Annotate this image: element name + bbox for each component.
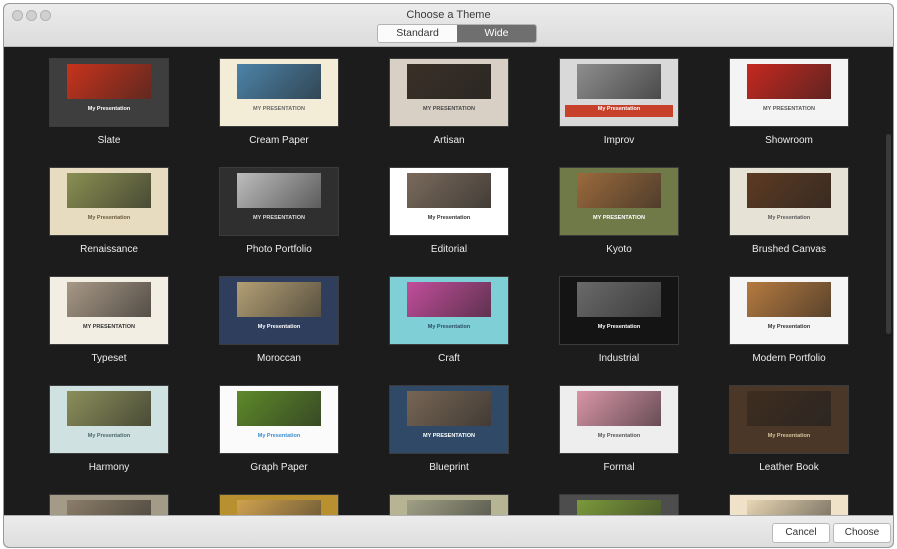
theme-thumbnail[interactable]: MY PRESENTATION xyxy=(730,59,848,126)
tab-wide[interactable]: Wide xyxy=(457,25,536,42)
theme-thumbnail[interactable]: MY PRESENTATION xyxy=(390,59,508,126)
theme-preview-image xyxy=(406,64,492,100)
theme-name-label: Typeset xyxy=(91,353,127,364)
theme-sample-title: My Presentation xyxy=(257,323,301,330)
theme-name-label: Editorial xyxy=(430,244,468,255)
theme-thumbnail[interactable]: My Presentation xyxy=(730,386,848,453)
theme-preview-image xyxy=(406,391,492,427)
theme-preview-image xyxy=(576,173,662,209)
choose-button[interactable]: Choose xyxy=(833,523,891,543)
theme-thumbnail[interactable]: My Presentation xyxy=(50,59,168,126)
theme-name-label: Artisan xyxy=(433,135,465,146)
title-bar: Choose a Theme Standard Wide xyxy=(4,4,893,47)
theme-sample-title: My Presentation xyxy=(597,432,641,439)
theme-chooser-window: Choose a Theme Standard Wide My Presenta… xyxy=(4,4,893,547)
theme-name-label: Craft xyxy=(438,353,460,364)
theme-preview-image xyxy=(746,282,832,318)
theme-thumbnail[interactable]: My Presentation xyxy=(730,168,848,235)
theme-preview-image xyxy=(66,391,152,427)
theme-preview-image xyxy=(66,64,152,100)
theme-thumbnail[interactable]: My Presentation xyxy=(220,386,338,453)
theme-name-label: Photo Portfolio xyxy=(246,244,312,255)
theme-thumbnail[interactable]: My Presentation xyxy=(220,277,338,344)
theme-preview-image xyxy=(236,64,322,100)
theme-preview-image xyxy=(236,282,322,318)
theme-sample-title: My Presentation xyxy=(87,105,131,112)
cancel-button[interactable]: Cancel xyxy=(772,523,830,543)
theme-name-label: Kyoto xyxy=(606,244,632,255)
theme-thumbnail[interactable] xyxy=(50,495,168,517)
theme-preview-image xyxy=(66,173,152,209)
theme-sample-title: My Presentation xyxy=(427,323,471,330)
theme-preview-image xyxy=(576,64,662,100)
theme-thumbnail[interactable]: MY PRESENTATION xyxy=(560,168,678,235)
theme-sample-title: My Presentation xyxy=(767,323,811,330)
theme-preview-image xyxy=(746,64,832,100)
theme-name-label: Leather Book xyxy=(759,462,819,473)
theme-name-label: Renaissance xyxy=(80,244,138,255)
theme-sample-title: MY PRESENTATION xyxy=(593,214,645,221)
theme-preview-image xyxy=(576,391,662,427)
theme-preview-image xyxy=(236,391,322,427)
theme-preview-image xyxy=(66,282,152,318)
theme-thumbnail[interactable]: My Presentation xyxy=(730,277,848,344)
theme-preview-image xyxy=(746,391,832,427)
theme-grid: My Presentation Slate MY PRESENTATION Cream… xyxy=(4,47,893,517)
theme-thumbnail[interactable]: My Presentation xyxy=(560,59,678,126)
theme-name-label: Formal xyxy=(603,462,635,473)
theme-preview-image xyxy=(236,173,322,209)
theme-preview-image xyxy=(406,282,492,318)
window-title: Choose a Theme xyxy=(406,9,491,21)
theme-name-label: Showroom xyxy=(765,135,813,146)
theme-thumbnail[interactable]: MY PRESENTATION xyxy=(50,277,168,344)
theme-thumbnail[interactable] xyxy=(560,495,678,517)
theme-sample-title: My Presentation xyxy=(87,432,131,439)
theme-sample-title: MY PRESENTATION xyxy=(423,432,475,439)
theme-thumbnail[interactable]: My Presentation xyxy=(390,277,508,344)
theme-sample-title: MY PRESENTATION xyxy=(763,105,815,112)
theme-name-label: Harmony xyxy=(88,462,130,473)
theme-name-label: Modern Portfolio xyxy=(752,353,826,364)
theme-sample-title: My Presentation xyxy=(767,214,811,221)
theme-thumbnail[interactable]: MY PRESENTATION xyxy=(390,386,508,453)
theme-preview-image xyxy=(576,282,662,318)
theme-thumbnail[interactable] xyxy=(220,495,338,517)
tab-standard[interactable]: Standard xyxy=(378,25,457,42)
theme-sample-title: My Presentation xyxy=(427,214,471,221)
theme-name-label: Industrial xyxy=(598,353,640,364)
theme-name-label: Moroccan xyxy=(257,353,301,364)
theme-thumbnail[interactable] xyxy=(390,495,508,517)
theme-sample-title: My Presentation xyxy=(767,432,811,439)
theme-thumbnail[interactable]: My Presentation xyxy=(560,386,678,453)
theme-sample-title: My Presentation xyxy=(597,105,641,112)
theme-thumbnail[interactable]: My Presentation xyxy=(50,168,168,235)
theme-name-label: Brushed Canvas xyxy=(752,244,826,255)
theme-sample-title: MY PRESENTATION xyxy=(253,214,305,221)
theme-name-label: Improv xyxy=(603,135,635,146)
theme-sample-title: My Presentation xyxy=(87,214,131,221)
theme-name-label: Slate xyxy=(97,135,121,146)
theme-preview-image xyxy=(406,173,492,209)
theme-thumbnail[interactable] xyxy=(730,495,848,517)
theme-preview-image xyxy=(746,173,832,209)
theme-name-label: Cream Paper xyxy=(249,135,309,146)
theme-thumbnail[interactable]: MY PRESENTATION xyxy=(220,168,338,235)
theme-sample-title: My Presentation xyxy=(257,432,301,439)
theme-thumbnail[interactable]: My Presentation xyxy=(50,386,168,453)
theme-thumbnail[interactable]: My Presentation xyxy=(390,168,508,235)
theme-name-label: Blueprint xyxy=(429,462,469,473)
scrollbar[interactable] xyxy=(886,134,891,334)
theme-sample-title: MY PRESENTATION xyxy=(423,105,475,112)
bottom-bar: Cancel Choose xyxy=(4,515,893,547)
theme-sample-title: MY PRESENTATION xyxy=(253,105,305,112)
theme-sample-title: MY PRESENTATION xyxy=(83,323,135,330)
theme-thumbnail[interactable]: MY PRESENTATION xyxy=(220,59,338,126)
aspect-segmented-control: Standard Wide xyxy=(377,24,537,43)
theme-name-label: Graph Paper xyxy=(250,462,308,473)
theme-thumbnail[interactable]: My Presentation xyxy=(560,277,678,344)
theme-sample-title: My Presentation xyxy=(597,323,641,330)
